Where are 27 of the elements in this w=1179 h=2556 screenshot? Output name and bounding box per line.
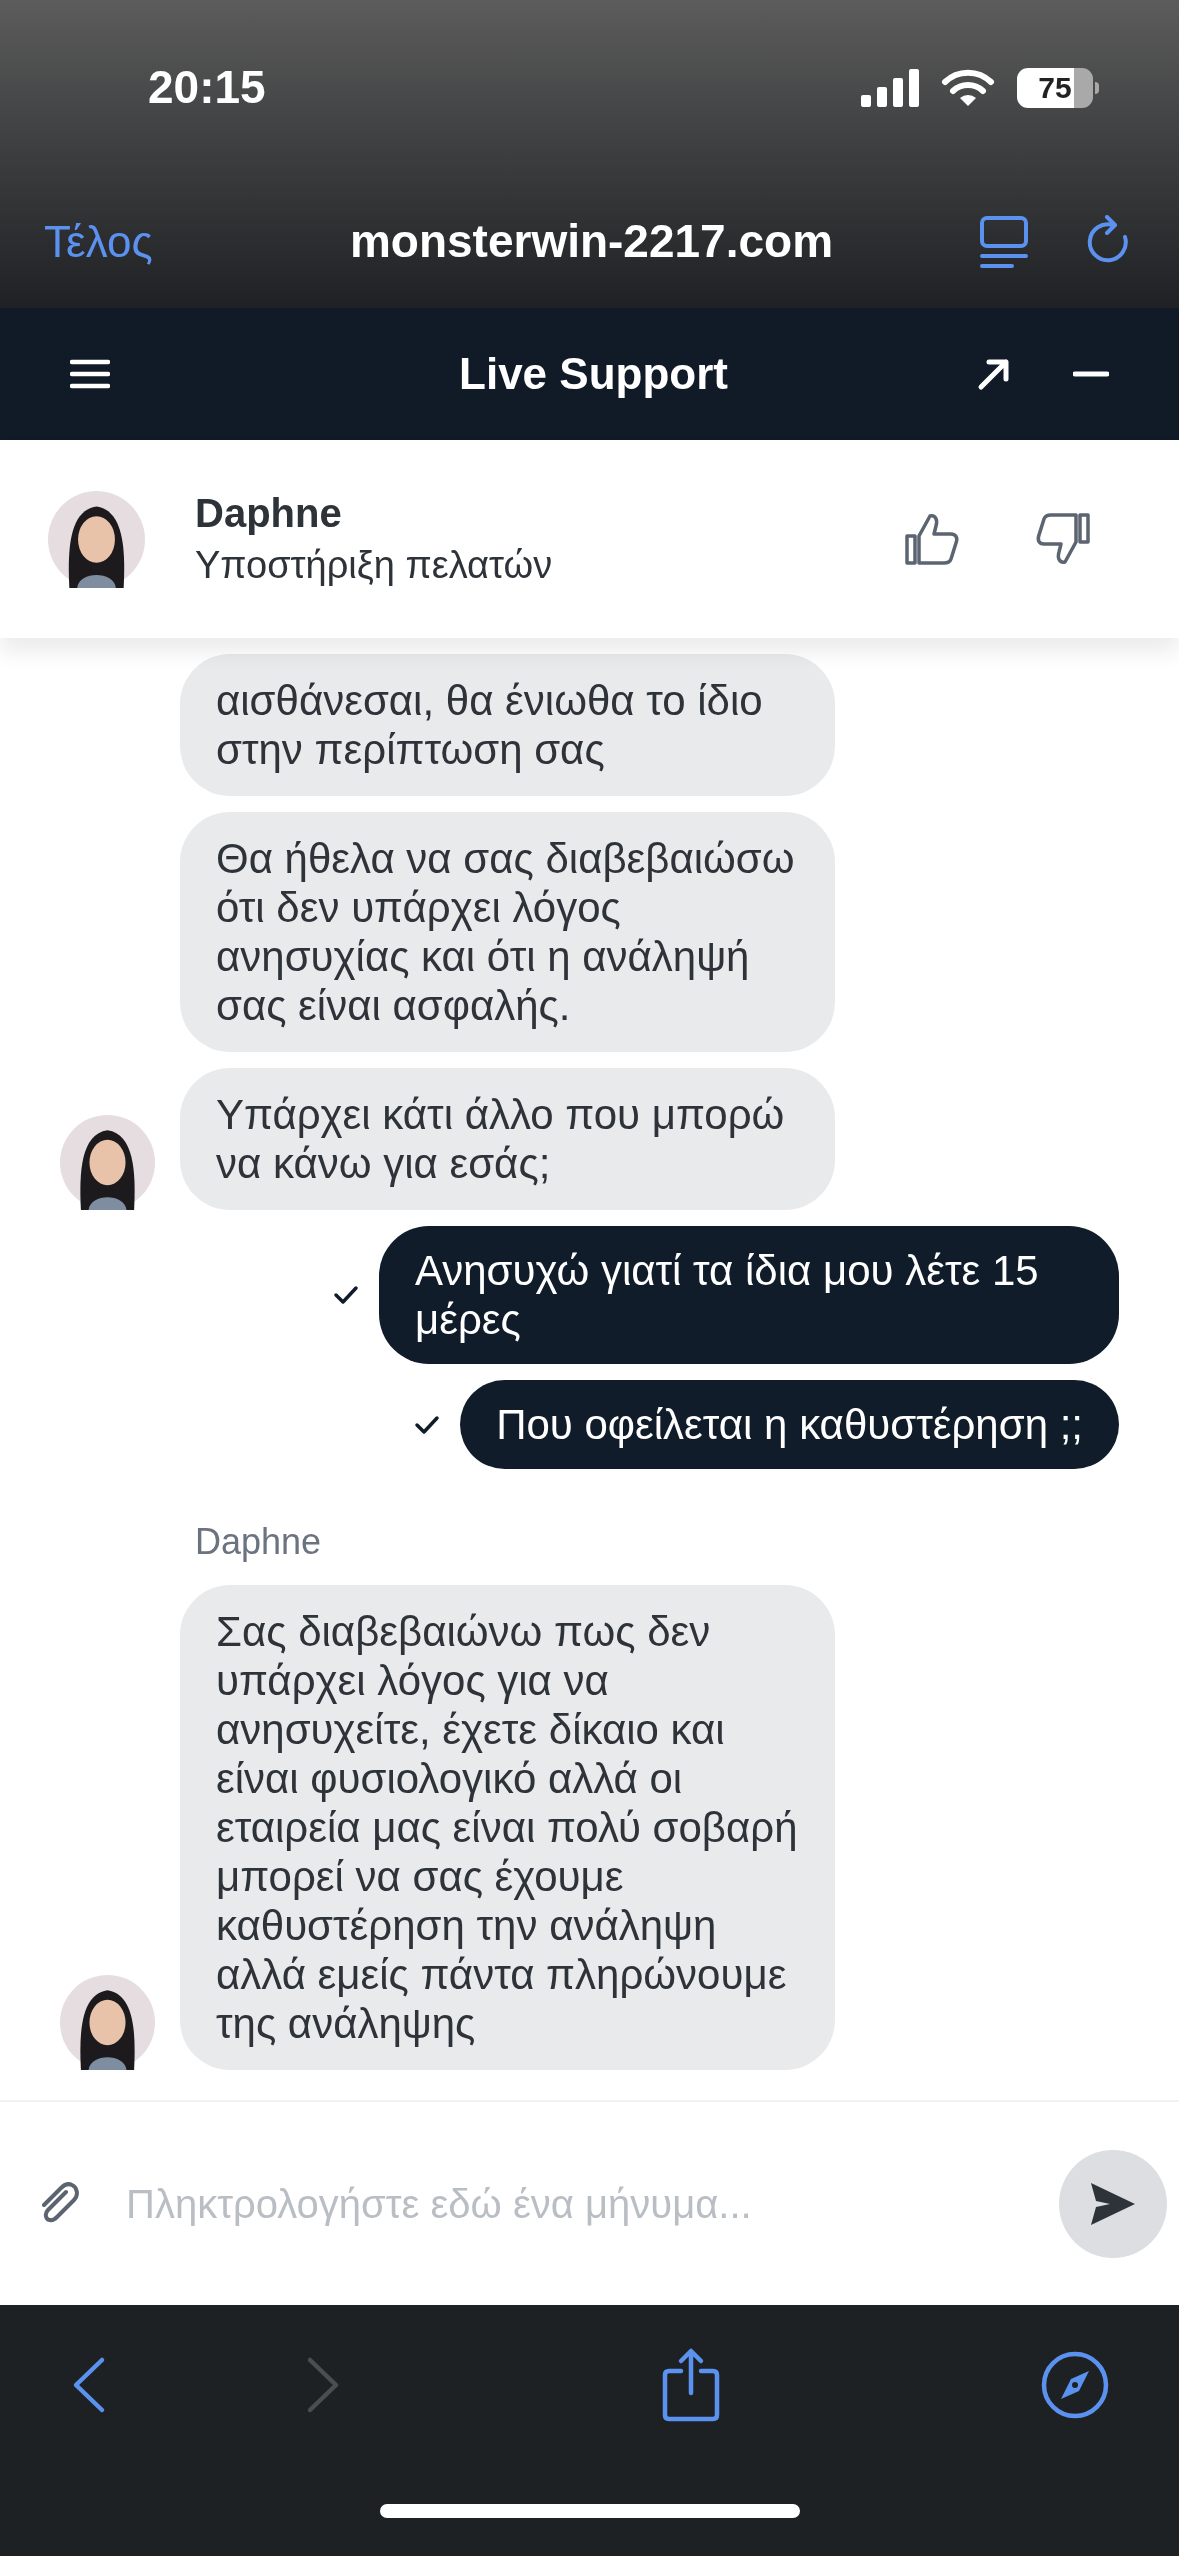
agent-message: Σας διαβεβαιώνω πως δεν υπάρχει λόγος για να ανησυχείτε, έχετε δίκαιο και είναι φυσιολογικό αλλά οι εταιρεία μας είναι πολύ σοβαρή μπορεί να σας έχουμε καθυστέρηση την ανάληψη αλλά εμείς πάντα πληρώνουμε της ανάληψης: [180, 1585, 835, 2070]
menu-icon[interactable]: [70, 359, 110, 389]
url-text: monsterwin-2217.com: [349, 214, 834, 269]
user-message: Ανησυχώ γιατί τα ίδια μου λέτε 15 μέρες: [379, 1226, 1119, 1364]
minimize-icon[interactable]: [1073, 371, 1109, 377]
done-button[interactable]: Τέλος: [44, 208, 204, 275]
avatar-icon: [60, 1975, 155, 2070]
compass-icon[interactable]: [1040, 2351, 1109, 2419]
reader-icon[interactable]: [979, 214, 1029, 269]
wifi-icon: [941, 67, 995, 108]
message-field[interactable]: Πληκτρολογήστε εδώ ένα μήνυμα...: [126, 2173, 1013, 2234]
user-message: Που οφείλεται η καθυστέρηση ;;: [460, 1380, 1119, 1469]
share-icon[interactable]: [661, 2347, 722, 2423]
agent-message: αισθάνεσαι, θα ένιωθα το ίδιο στην περίπτωση σας: [180, 654, 835, 796]
agent-message: Θα ήθελα να σας διαβεβαιώσω ότι δεν υπάρχει λόγος ανησυχίας και ότι η ανάληψή σας είναι ασφαλής.: [180, 812, 835, 1052]
expand-icon[interactable]: [977, 357, 1011, 391]
chat-title: Live Support: [459, 348, 728, 400]
thumbs-up-icon[interactable]: [904, 512, 960, 566]
sender-name: Daphne: [195, 1521, 322, 1562]
avatar-icon: [60, 1115, 155, 1210]
agent-message: Υπάρχει κάτι άλλο που μπορώ να κάνω για εσάς;: [180, 1068, 835, 1210]
thumbs-down-icon[interactable]: [1035, 512, 1091, 566]
agent-role: Υποστήριξη πελατών: [195, 543, 554, 588]
agent-name: Daphne: [195, 490, 343, 537]
signal-icon: [861, 68, 919, 107]
status-time: 20:15: [148, 60, 266, 115]
avatar-icon: [48, 490, 145, 588]
